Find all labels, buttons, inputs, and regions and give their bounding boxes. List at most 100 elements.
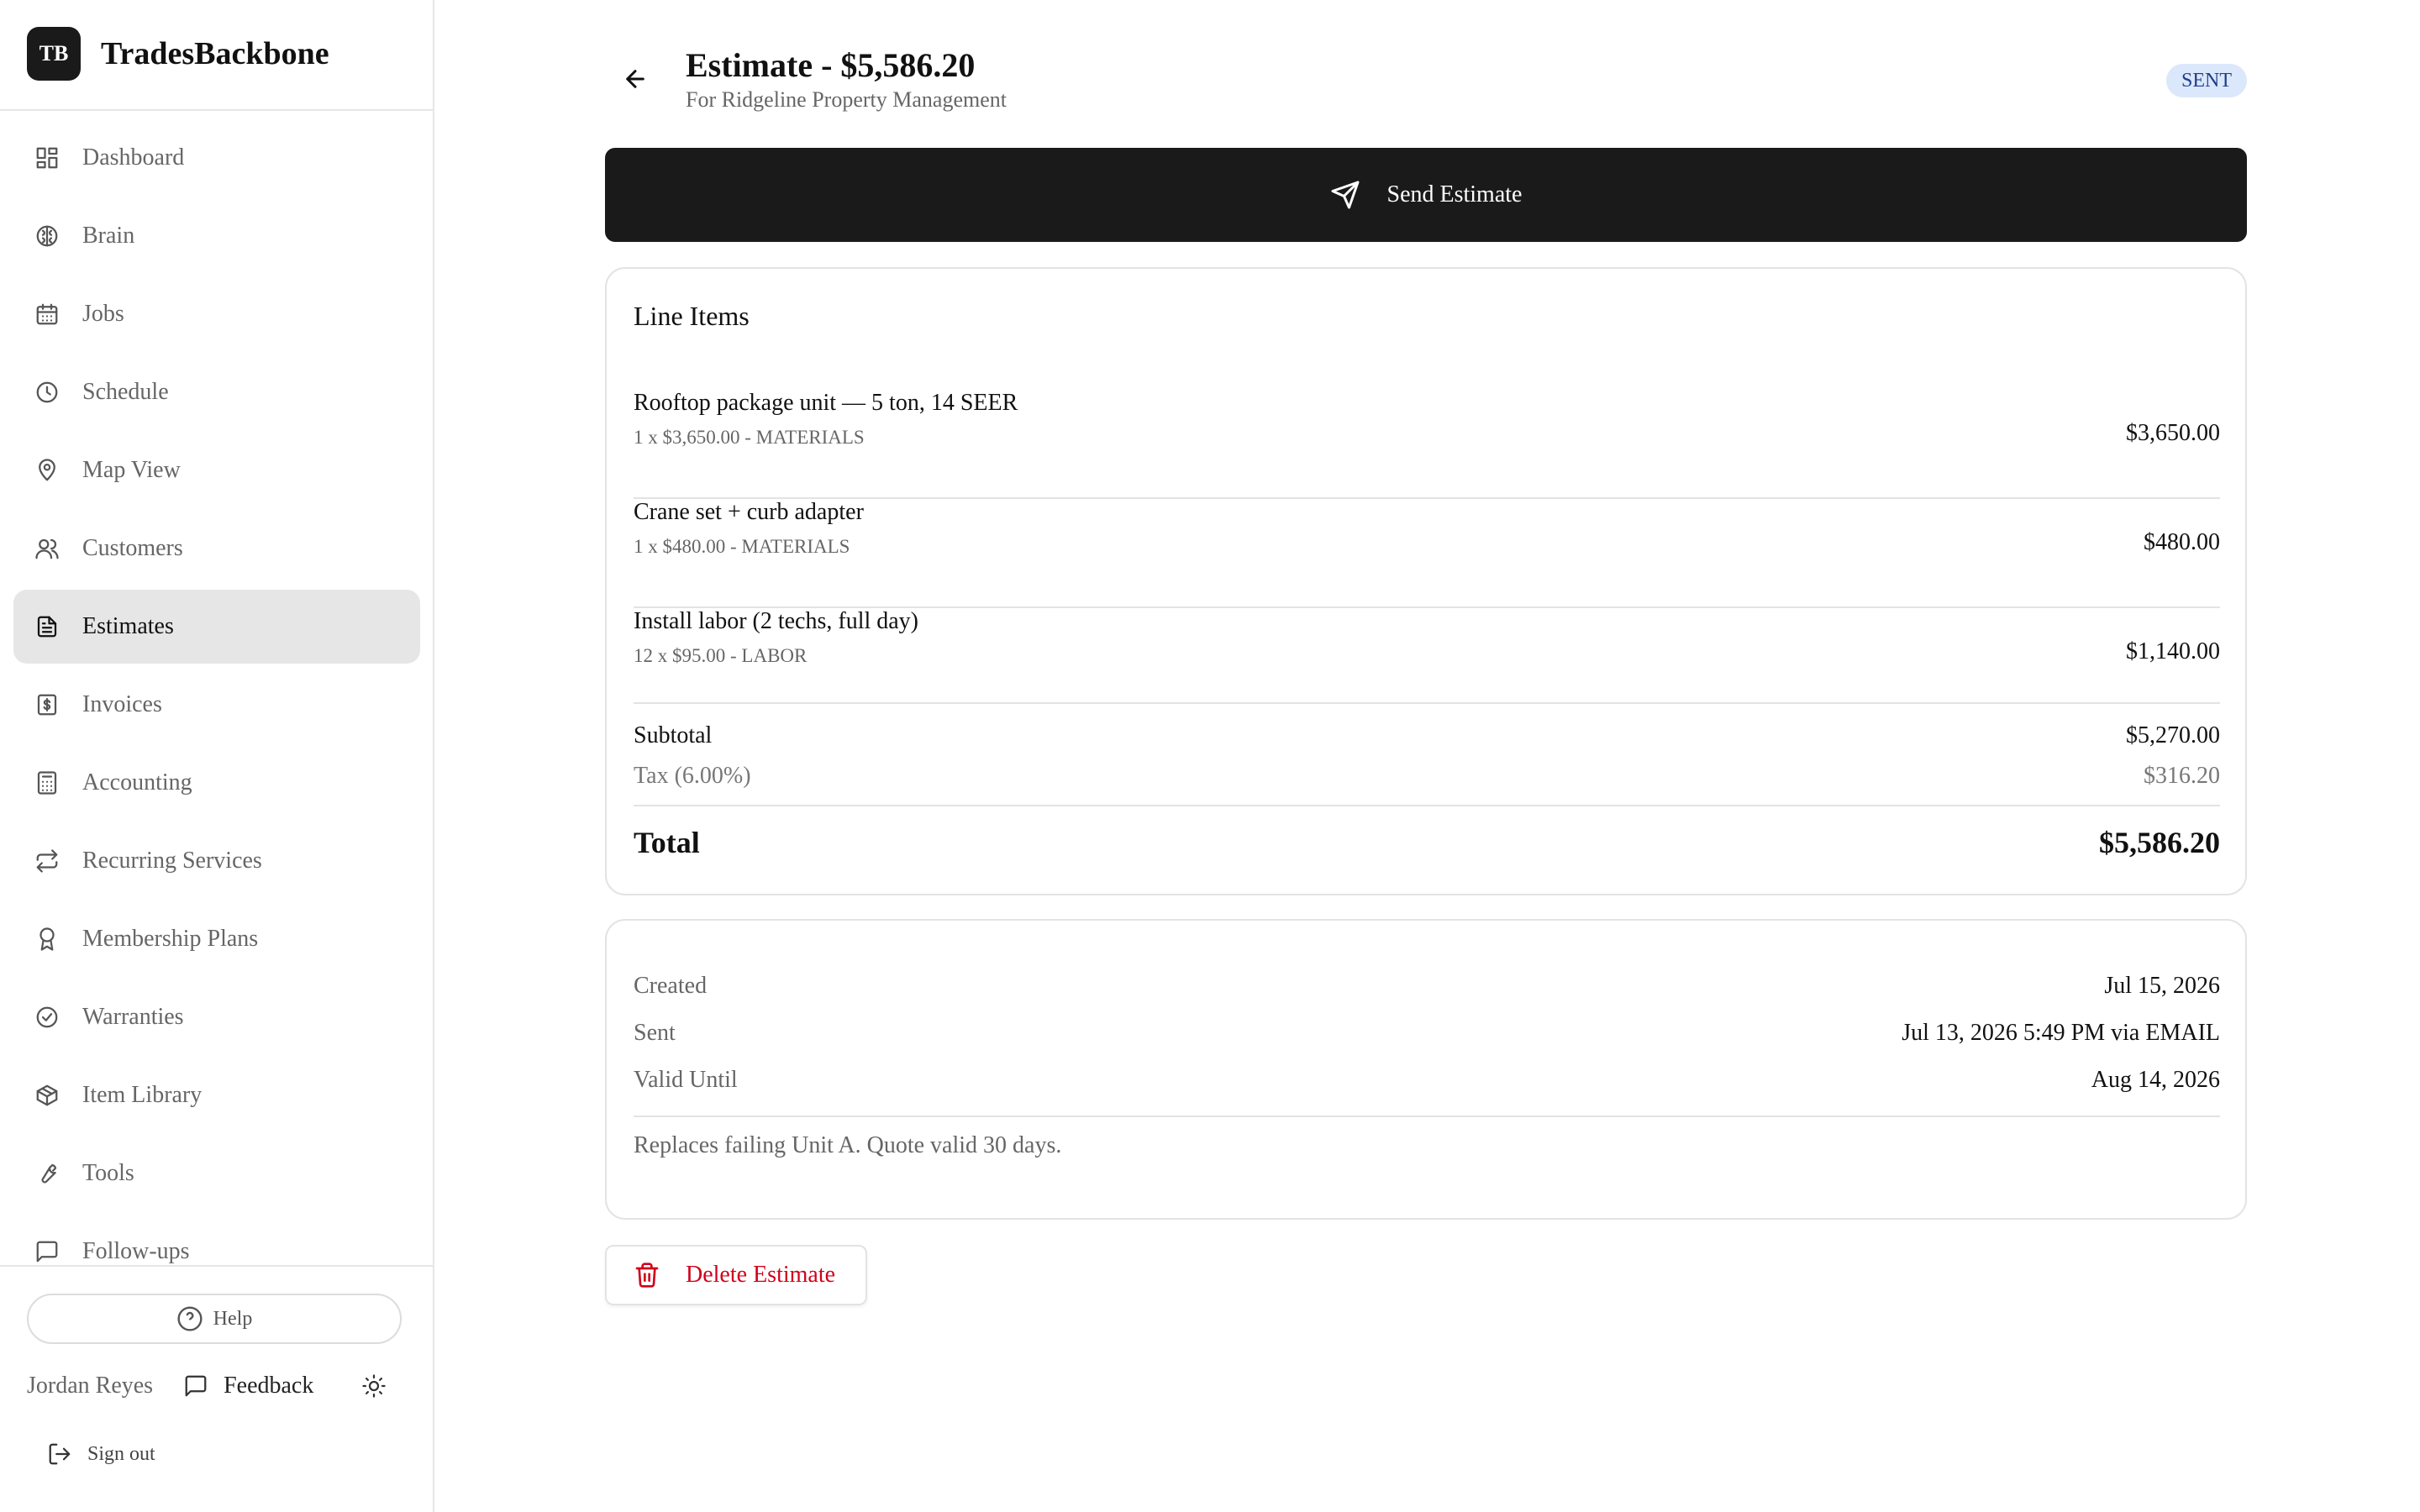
trash-icon [634, 1262, 660, 1289]
repeat-icon [34, 848, 60, 874]
feedback-button[interactable]: Feedback [183, 1373, 313, 1399]
sidebar-item-tools[interactable]: Tools [13, 1137, 420, 1210]
sidebar-item-jobs[interactable]: Jobs [13, 277, 420, 351]
send-icon [1330, 180, 1360, 210]
total-label: Total [634, 826, 700, 859]
sidebar-item-label: Membership Plans [82, 926, 259, 952]
subtotal-value: $5,270.00 [2126, 722, 2220, 748]
calendar-icon [34, 301, 60, 328]
line-item-name: Crane set + curb adapter [634, 499, 864, 525]
user-name: Jordan Reyes [27, 1373, 154, 1399]
tax-row: Tax (6.00%) $316.20 [634, 763, 2220, 796]
page-subtitle: For Ridgeline Property Management [686, 87, 1007, 112]
feedback-label: Feedback [224, 1373, 314, 1399]
sidebar-item-dashboard[interactable]: Dashboard [13, 121, 420, 195]
sun-icon [361, 1373, 387, 1399]
sidebar-item-label: Brain [82, 223, 135, 249]
page-header: Estimate - $5,586.20 For Ridgeline Prope… [605, 40, 2247, 124]
subtotal-row: Subtotal $5,270.00 [634, 722, 2220, 756]
sidebar-item-membership-plans[interactable]: Membership Plans [13, 902, 420, 976]
line-item-detail: 1 x $480.00 - MATERIALS [634, 536, 850, 557]
theme-toggle-button[interactable] [359, 1371, 389, 1401]
created-label: Created [634, 973, 708, 999]
line-item: Crane set + curb adapter 1 x $480.00 - M… [634, 499, 2220, 608]
log-out-icon [47, 1441, 72, 1467]
file-text-icon [34, 613, 60, 640]
sent-label: Sent [634, 1020, 676, 1046]
estimate-notes: Replaces failing Unit A. Quote valid 30 … [634, 1132, 1062, 1158]
help-button[interactable]: Help [27, 1294, 402, 1344]
sidebar-item-warranties[interactable]: Warranties [13, 980, 420, 1054]
line-items-card: Line Items Rooftop package unit — 5 ton,… [605, 267, 2247, 895]
sidebar-item-label: Follow-ups [82, 1238, 190, 1264]
page-title: Estimate - $5,586.20 [686, 46, 976, 84]
brand-logo: TB [27, 27, 81, 81]
line-item-detail: 1 x $3,650.00 - MATERIALS [634, 427, 865, 448]
sidebar-item-label: Schedule [82, 379, 169, 405]
package-icon [34, 1082, 60, 1109]
sidebar-item-estimates[interactable]: Estimates [13, 590, 420, 664]
calculator-icon [34, 769, 60, 796]
sidebar-item-label: Item Library [82, 1082, 203, 1108]
sidebar-item-customers[interactable]: Customers [13, 512, 420, 585]
created-row: Created Jul 15, 2026 [634, 973, 2220, 1006]
check-circle-icon [34, 1004, 60, 1031]
back-button[interactable] [617, 60, 654, 97]
sidebar-item-label: Dashboard [82, 144, 185, 171]
sidebar-item-label: Estimates [82, 613, 174, 639]
sidebar-item-label: Invoices [82, 691, 162, 717]
created-value: Jul 15, 2026 [2104, 973, 2220, 999]
valid-until-row: Valid Until Aug 14, 2026 [634, 1067, 2220, 1100]
receipt-icon [34, 691, 60, 718]
divider [0, 109, 433, 111]
sidebar-item-label: Recurring Services [82, 848, 262, 874]
grid-icon [34, 144, 60, 171]
sent-row: Sent Jul 13, 2026 5:49 PM via EMAIL [634, 1020, 2220, 1053]
divider [634, 702, 2220, 704]
help-circle-icon [176, 1305, 203, 1332]
sidebar-item-brain[interactable]: Brain [13, 199, 420, 273]
message-square-icon [34, 1238, 60, 1265]
clock-icon [34, 379, 60, 406]
sidebar-item-schedule[interactable]: Schedule [13, 355, 420, 429]
subtotal-label: Subtotal [634, 722, 713, 748]
line-item: Install labor (2 techs, full day) 12 x $… [634, 608, 2220, 717]
divider [0, 1265, 433, 1267]
send-estimate-button[interactable]: Send Estimate [605, 148, 2247, 242]
total-row: Total $5,586.20 [634, 825, 2220, 859]
sign-out-button[interactable]: Sign out [47, 1441, 155, 1467]
sidebar-item-recurring-services[interactable]: Recurring Services [13, 824, 420, 898]
sidebar-item-item-library[interactable]: Item Library [13, 1058, 420, 1132]
total-value: $5,586.20 [2099, 826, 2220, 859]
user-row: Jordan Reyes Feedback [27, 1368, 405, 1404]
sent-value: Jul 13, 2026 5:49 PM via EMAIL [1902, 1020, 2220, 1046]
line-item-amount: $480.00 [2144, 529, 2220, 555]
delete-estimate-button[interactable]: Delete Estimate [605, 1245, 867, 1305]
delete-estimate-label: Delete Estimate [686, 1262, 836, 1288]
sidebar-item-label: Jobs [82, 301, 124, 327]
status-badge: SENT [2166, 64, 2247, 97]
sidebar-item-invoices[interactable]: Invoices [13, 668, 420, 742]
line-items-title: Line Items [634, 301, 750, 331]
sign-out-label: Sign out [87, 1442, 155, 1465]
line-item-name: Install labor (2 techs, full day) [634, 608, 919, 634]
sidebar: TB TradesBackbone Dashboard Brain Jobs S… [0, 0, 434, 1512]
brand[interactable]: TB TradesBackbone [27, 27, 329, 81]
valid-until-label: Valid Until [634, 1067, 738, 1093]
help-label: Help [213, 1307, 253, 1330]
sidebar-item-label: Map View [82, 457, 181, 483]
line-item-amount: $1,140.00 [2126, 638, 2220, 664]
sidebar-item-map-view[interactable]: Map View [13, 433, 420, 507]
sidebar-item-label: Tools [82, 1160, 134, 1186]
divider [634, 805, 2220, 806]
sidebar-item-label: Warranties [82, 1004, 184, 1030]
sidebar-nav: Dashboard Brain Jobs Schedule Map View C… [13, 121, 420, 1273]
brain-icon [34, 223, 60, 249]
wrench-icon [34, 1160, 60, 1187]
sidebar-item-accounting[interactable]: Accounting [13, 746, 420, 820]
valid-until-value: Aug 14, 2026 [2091, 1067, 2220, 1093]
tax-label: Tax (6.00%) [634, 763, 751, 789]
map-pin-icon [34, 457, 60, 484]
users-icon [34, 535, 60, 562]
tax-value: $316.20 [2144, 763, 2220, 789]
